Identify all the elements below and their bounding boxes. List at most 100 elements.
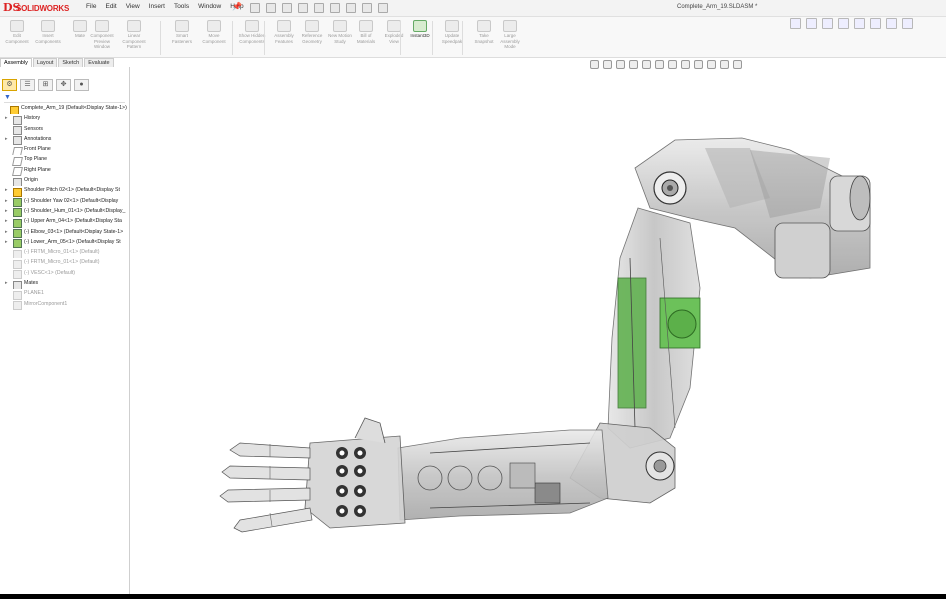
tree-item[interactable]: ▸ Annotations: [2, 135, 128, 146]
layout-icon[interactable]: [902, 18, 913, 29]
cmd-instant3d[interactable]: Instant3D: [406, 20, 434, 56]
expand-arrow-icon[interactable]: ▸: [5, 136, 8, 142]
configuration-icon[interactable]: ⊞: [38, 79, 53, 91]
edit-appearance-icon[interactable]: [694, 60, 703, 69]
section-view-icon[interactable]: [629, 60, 638, 69]
hide-show-icon[interactable]: [681, 60, 690, 69]
hand-assembly[interactable]: [219, 417, 406, 533]
property-manager-icon[interactable]: ☰: [20, 79, 35, 91]
zoom-fit-icon[interactable]: [590, 60, 599, 69]
cmd-exploded-view[interactable]: Exploded View: [380, 20, 408, 56]
tree-item[interactable]: Top Plane: [2, 155, 128, 166]
cmd-component-preview-window[interactable]: Component Preview Window: [88, 20, 116, 56]
cmd-edit-component[interactable]: Edit Component: [3, 20, 31, 56]
menu-insert[interactable]: Insert: [149, 3, 165, 10]
menu-edit[interactable]: Edit: [105, 3, 116, 10]
expand-arrow-icon[interactable]: ▸: [5, 115, 8, 121]
cmd-new-motion-study[interactable]: New Motion Study: [326, 20, 354, 56]
options-icon[interactable]: [378, 3, 388, 13]
rebuild-icon[interactable]: [362, 3, 372, 13]
feature-tree-icon[interactable]: ⚙: [2, 79, 17, 91]
cmd-assembly-features[interactable]: Assembly Features: [270, 20, 298, 56]
display-style-icon[interactable]: [668, 60, 677, 69]
cmd-take-snapshot[interactable]: Take Snapshot: [470, 20, 498, 56]
tree-item[interactable]: ▸ (-) Shoulder_Hum_01<1> (Default<Display…: [2, 207, 128, 218]
expand-arrow-icon[interactable]: ▸: [5, 218, 8, 224]
menu-view[interactable]: View: [126, 3, 140, 10]
open-icon[interactable]: [282, 3, 292, 13]
monitor-icon[interactable]: [733, 60, 742, 69]
expand-arrow-icon[interactable]: ▸: [5, 229, 8, 235]
tree-item[interactable]: Front Plane: [2, 145, 128, 156]
measure-icon[interactable]: [822, 18, 833, 29]
view-icon[interactable]: [838, 18, 849, 29]
toolbar-separator: [160, 21, 161, 55]
dynamic-annotation-icon[interactable]: [642, 60, 651, 69]
tree-item[interactable]: ▸ (-) Upper Arm_04<1> (Default<Display St…: [2, 217, 128, 228]
pin-icon[interactable]: 📌: [232, 2, 242, 11]
graphics-area[interactable]: [130, 58, 946, 594]
apply-scene-icon[interactable]: [707, 60, 716, 69]
upper-arm[interactable]: [607, 207, 701, 449]
tree-item[interactable]: ▸ Shoulder Pitch 02<1> (Default<Display S…: [2, 186, 128, 197]
cmd-smart-fasteners[interactable]: Smart Fasteners: [168, 20, 196, 56]
cmd-linear-component-pattern[interactable]: Linear Component Pattern: [120, 20, 148, 56]
cmd-icon: [175, 20, 189, 32]
comp-icon: [13, 229, 22, 238]
cmd-icon: [95, 20, 109, 32]
save-icon[interactable]: [298, 3, 308, 13]
tree-filter[interactable]: ▼: [4, 94, 125, 103]
expand-arrow-icon[interactable]: ▸: [5, 187, 8, 193]
cmd-icon: [359, 20, 373, 32]
filter-icon[interactable]: [790, 18, 801, 29]
select-icon[interactable]: [346, 3, 356, 13]
tree-item-label: PLANE1: [24, 290, 44, 297]
tree-item[interactable]: MirrorComponent1: [2, 300, 128, 310]
cmd-insert-components[interactable]: Insert Components: [34, 20, 62, 56]
tree-item[interactable]: Right Plane: [2, 166, 128, 177]
tree-item[interactable]: (-) FRTM_Micro_01<1> (Default): [2, 258, 128, 269]
section-icon[interactable]: [870, 18, 881, 29]
menu-file[interactable]: File: [86, 3, 96, 10]
tree-item[interactable]: ▸ (-) Shoulder Yaw 02<1> (Default<Display: [2, 197, 128, 207]
expand-arrow-icon[interactable]: ▸: [5, 208, 8, 214]
cmd-bill-of-materials[interactable]: Bill of Materials: [352, 20, 380, 56]
tree-item[interactable]: ▸ (-) Lower_Arm_05<1> (Default<Display St: [2, 238, 128, 249]
cmd-move-component[interactable]: Move Component: [200, 20, 228, 56]
display-icon[interactable]: [854, 18, 865, 29]
menu-tools[interactable]: Tools: [174, 3, 189, 10]
tree-item[interactable]: ▸ (-) Elbow_03<1> (Default<Display State-…: [2, 228, 128, 238]
home-icon[interactable]: [250, 3, 260, 13]
solidworks-logo[interactable]: DS SOLIDWORKS: [3, 2, 69, 14]
cmd-large-assembly-mode[interactable]: Large Assembly Mode: [496, 20, 524, 56]
view-orientation-icon[interactable]: [655, 60, 664, 69]
tree-item[interactable]: PLANE1: [2, 289, 128, 300]
tree-item[interactable]: Sensors: [2, 125, 128, 135]
tree-item[interactable]: Origin: [2, 176, 128, 187]
print-icon[interactable]: [314, 3, 324, 13]
cmd-reference-geometry[interactable]: Reference Geometry: [298, 20, 326, 56]
tree-item[interactable]: (-) VESC<1> (Default): [2, 269, 128, 280]
triad-icon[interactable]: [886, 18, 897, 29]
tree-item[interactable]: (-) FRTM_Micro_01<1> (Default): [2, 248, 128, 259]
cmd-show-hidden-components[interactable]: Show Hidden Components: [238, 20, 266, 56]
expand-arrow-icon[interactable]: ▸: [5, 198, 8, 204]
tree-item[interactable]: Complete_Arm_19 (Default<Display State-1…: [2, 104, 128, 115]
menu-window[interactable]: Window: [198, 3, 221, 10]
sketch-icon[interactable]: [806, 18, 817, 29]
expand-arrow-icon[interactable]: ▸: [5, 280, 8, 286]
tree-item[interactable]: ▸ History: [2, 114, 128, 125]
tree-item-label: (-) FRTM_Micro_01<1> (Default): [24, 259, 100, 266]
tree-item[interactable]: ▸ Mates: [2, 279, 128, 290]
previous-view-icon[interactable]: [616, 60, 625, 69]
dimxpert-icon[interactable]: ✥: [56, 79, 71, 91]
expand-arrow-icon[interactable]: ▸: [5, 239, 8, 245]
appearance-icon[interactable]: ●: [74, 79, 89, 91]
zoom-area-icon[interactable]: [603, 60, 612, 69]
funnel-icon[interactable]: ▼: [4, 94, 11, 101]
forearm[interactable]: [397, 429, 609, 521]
new-icon[interactable]: [266, 3, 276, 13]
view-settings-icon[interactable]: [720, 60, 729, 69]
undo-icon[interactable]: [330, 3, 340, 13]
robotic-arm-model[interactable]: [130, 58, 946, 594]
